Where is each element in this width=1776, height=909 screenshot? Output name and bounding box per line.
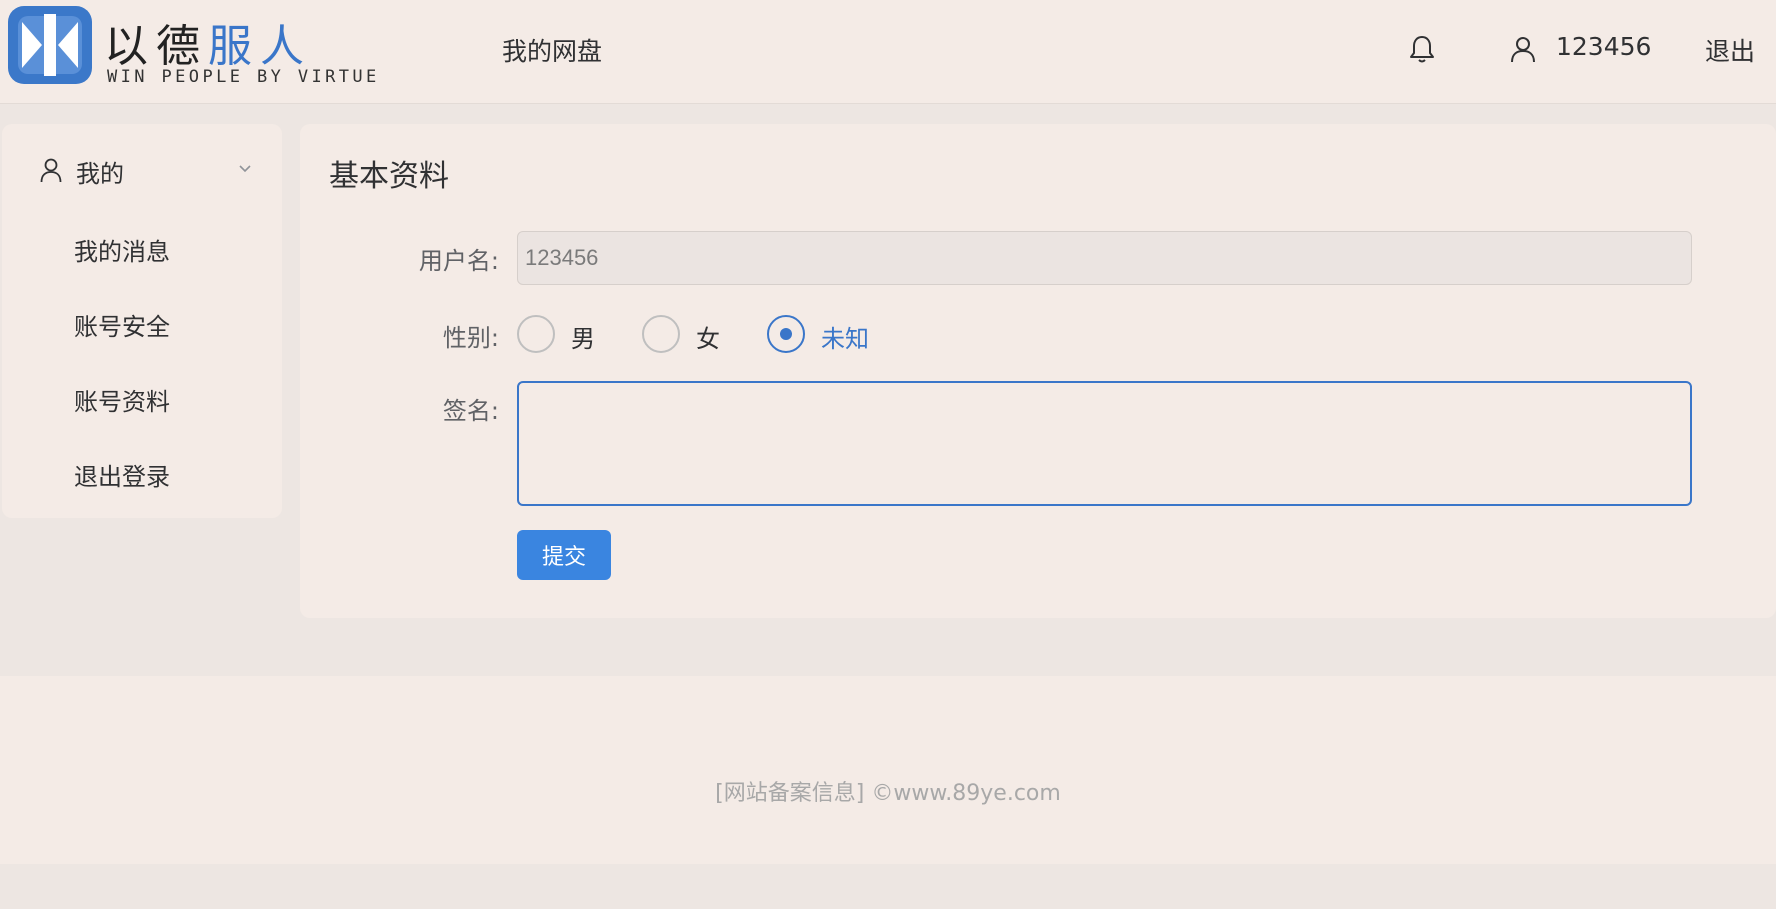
sidebar-submenu-mine[interactable]: 我的 xyxy=(40,154,260,188)
user-icon xyxy=(40,158,62,183)
bell-icon[interactable] xyxy=(1408,34,1436,64)
gender-label: 性别: xyxy=(442,324,499,352)
sidebar: 我的 我的消息 账号安全 账号资料 退出登录 xyxy=(2,124,282,518)
footer: [网站备案信息] ©www.89ye.com xyxy=(0,676,1776,864)
page: 以德服人 WIN PEOPLE BY VIRTUE 我的网盘 123456 退出… xyxy=(0,0,1776,909)
sidebar-item-security[interactable]: 账号安全 xyxy=(74,307,170,342)
nav-my-netdisk[interactable]: 我的网盘 xyxy=(502,32,602,68)
brand-title-part2: 服人 xyxy=(208,21,312,72)
chevron-down-icon xyxy=(239,165,251,173)
profile-card: 基本资料 用户名: 性别: 男 女 未知 签名: 提交 xyxy=(300,124,1776,618)
radio-label: 女 xyxy=(696,325,720,353)
signature-label: 签名: xyxy=(442,397,499,425)
brand-slogan: WIN PEOPLE BY VIRTUE xyxy=(107,67,380,87)
radio-label: 男 xyxy=(571,325,595,353)
username-input[interactable] xyxy=(517,231,1692,285)
page-title: 基本资料 xyxy=(329,159,449,194)
signature-textarea[interactable] xyxy=(517,381,1692,506)
sidebar-submenu-label: 我的 xyxy=(76,160,124,188)
header-username[interactable]: 123456 xyxy=(1556,32,1651,61)
logout-link[interactable]: 退出 xyxy=(1705,32,1755,68)
brand-title: 以德服人 xyxy=(104,10,312,74)
submit-button[interactable]: 提交 xyxy=(517,530,611,580)
bottom-strip xyxy=(0,864,1776,909)
user-icon[interactable] xyxy=(1510,35,1536,63)
logo-icon xyxy=(8,6,92,84)
sidebar-item-messages[interactable]: 我的消息 xyxy=(74,232,170,267)
radio-circle xyxy=(767,315,805,353)
radio-label: 未知 xyxy=(821,325,869,353)
sidebar-item-profile[interactable]: 账号资料 xyxy=(74,382,170,417)
sidebar-item-logout[interactable]: 退出登录 xyxy=(74,457,170,492)
footer-record-info[interactable]: [网站备案信息] ©www.89ye.com xyxy=(0,775,1776,807)
radio-circle xyxy=(517,315,555,353)
top-header: 以德服人 WIN PEOPLE BY VIRTUE 我的网盘 123456 退出 xyxy=(0,0,1776,104)
brand-title-part1: 以德 xyxy=(104,21,208,72)
radio-circle xyxy=(642,315,680,353)
username-label: 用户名: xyxy=(418,247,499,275)
